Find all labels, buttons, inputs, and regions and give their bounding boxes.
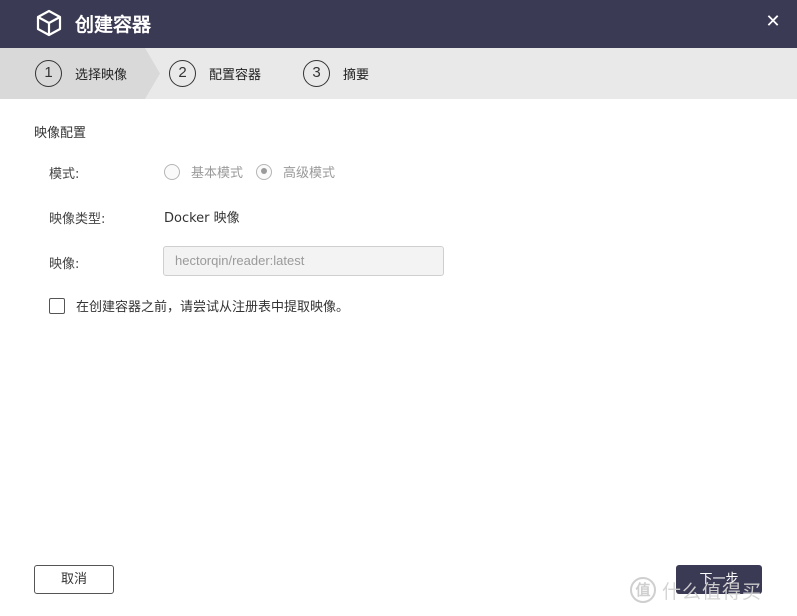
pull-image-checkbox[interactable]	[49, 297, 65, 314]
section-title: 映像配置	[34, 126, 87, 141]
dialog-titlebar: 创建容器 ✕	[0, 0, 797, 48]
radio-label: 高级模式	[283, 166, 336, 181]
image-type-value: Docker 映像	[164, 211, 240, 226]
pull-image-label: 在创建容器之前，请尝试从注册表中提取映像。	[76, 300, 350, 315]
close-icon[interactable]: ✕	[762, 10, 784, 34]
radio-advanced-mode[interactable]: 高级模式	[256, 162, 335, 181]
cancel-button[interactable]: 取消	[34, 565, 114, 594]
cube-icon	[36, 9, 62, 37]
step-number: 1	[35, 60, 62, 87]
image-label: 映像:	[49, 257, 80, 272]
step-label: 摘要	[343, 68, 370, 83]
watermark-text: 什么值得买	[662, 580, 763, 603]
watermark: 值 什么值得买	[630, 570, 762, 610]
radio-label: 基本模式	[191, 166, 244, 181]
watermark-logo-icon: 值	[630, 577, 656, 603]
radio-button-checked[interactable]	[256, 163, 272, 180]
image-input[interactable]: hectorqin/reader:latest	[163, 246, 444, 276]
image-type-label: 映像类型:	[49, 212, 106, 227]
pull-image-option[interactable]: 在创建容器之前，请尝试从注册表中提取映像。	[49, 296, 349, 315]
dialog-title: 创建容器	[75, 14, 152, 36]
step-summary[interactable]: 3 摘要	[303, 48, 369, 99]
wizard-stepbar: 1 选择映像 2 配置容器 3 摘要	[0, 48, 797, 99]
step-label: 选择映像	[75, 68, 128, 83]
step-configure-container[interactable]: 2 配置容器	[169, 48, 261, 99]
mode-label: 模式:	[49, 167, 80, 182]
step-select-image[interactable]: 1 选择映像	[35, 48, 127, 99]
step-label: 配置容器	[209, 68, 262, 83]
radio-button[interactable]	[164, 163, 180, 180]
radio-basic-mode[interactable]: 基本模式	[164, 162, 243, 181]
step-number: 2	[169, 60, 196, 87]
step-number: 3	[303, 60, 330, 87]
